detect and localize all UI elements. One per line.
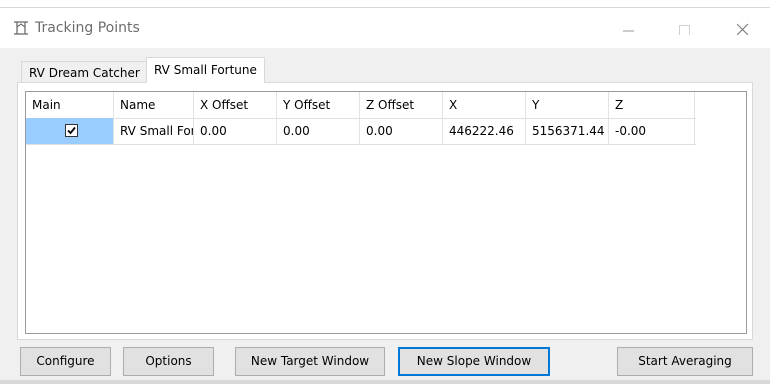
column-header-main[interactable]: Main — [26, 92, 114, 118]
background-strip-bottom — [0, 380, 770, 384]
minimize-icon — [623, 30, 634, 32]
column-header-y-offset[interactable]: Y Offset — [277, 92, 360, 118]
column-header-x[interactable]: X — [443, 92, 526, 118]
configure-button[interactable]: Configure — [20, 347, 111, 376]
maximize-icon — [679, 25, 690, 35]
cell-z-offset[interactable]: 0.00 — [360, 118, 443, 144]
column-header-y[interactable]: Y — [526, 92, 609, 118]
grid-header: Main Name X Offset Y Offset Z Offset X Y… — [26, 92, 696, 119]
new-target-window-button[interactable]: New Target Window — [235, 347, 385, 376]
column-header-x-offset[interactable]: X Offset — [194, 92, 277, 118]
cell-y-offset[interactable]: 0.00 — [277, 118, 360, 144]
tab-panel: Main Name X Offset Y Offset Z Offset X Y… — [17, 82, 753, 340]
checkmark-icon — [67, 126, 76, 135]
new-slope-window-button[interactable]: New Slope Window — [398, 347, 550, 376]
minimize-button[interactable] — [606, 14, 652, 44]
maximize-button[interactable] — [662, 14, 708, 44]
cell-z[interactable]: -0.00 — [609, 118, 695, 144]
start-averaging-button[interactable]: Start Averaging — [617, 347, 753, 376]
window-title: Tracking Points — [35, 20, 140, 36]
tracking-points-icon — [12, 19, 30, 37]
title-bar[interactable]: Tracking Points — [0, 8, 770, 48]
column-header-name[interactable]: Name — [114, 92, 194, 118]
cell-x-offset[interactable]: 0.00 — [194, 118, 277, 144]
options-button[interactable]: Options — [123, 347, 214, 376]
background-strip — [0, 0, 770, 7]
close-button[interactable] — [720, 14, 766, 44]
cell-main[interactable] — [26, 118, 114, 144]
column-header-z-offset[interactable]: Z Offset — [360, 92, 443, 118]
close-icon — [737, 23, 749, 35]
cell-x[interactable]: 446222.46 — [443, 118, 526, 144]
tracking-points-window: Tracking Points RV Dream Catcher RV Smal… — [0, 7, 770, 380]
cell-y[interactable]: 5156371.44 — [526, 118, 609, 144]
tracking-points-grid[interactable]: Main Name X Offset Y Offset Z Offset X Y… — [25, 91, 747, 334]
table-row[interactable]: RV Small For 0.00 0.00 0.00 446222.46 51… — [26, 118, 696, 145]
tab-rv-small-fortune[interactable]: RV Small Fortune — [146, 57, 265, 83]
cell-name[interactable]: RV Small For — [114, 118, 194, 144]
main-checkbox[interactable] — [65, 124, 78, 137]
column-header-z[interactable]: Z — [609, 92, 695, 118]
tab-rv-dream-catcher[interactable]: RV Dream Catcher — [21, 61, 148, 82]
